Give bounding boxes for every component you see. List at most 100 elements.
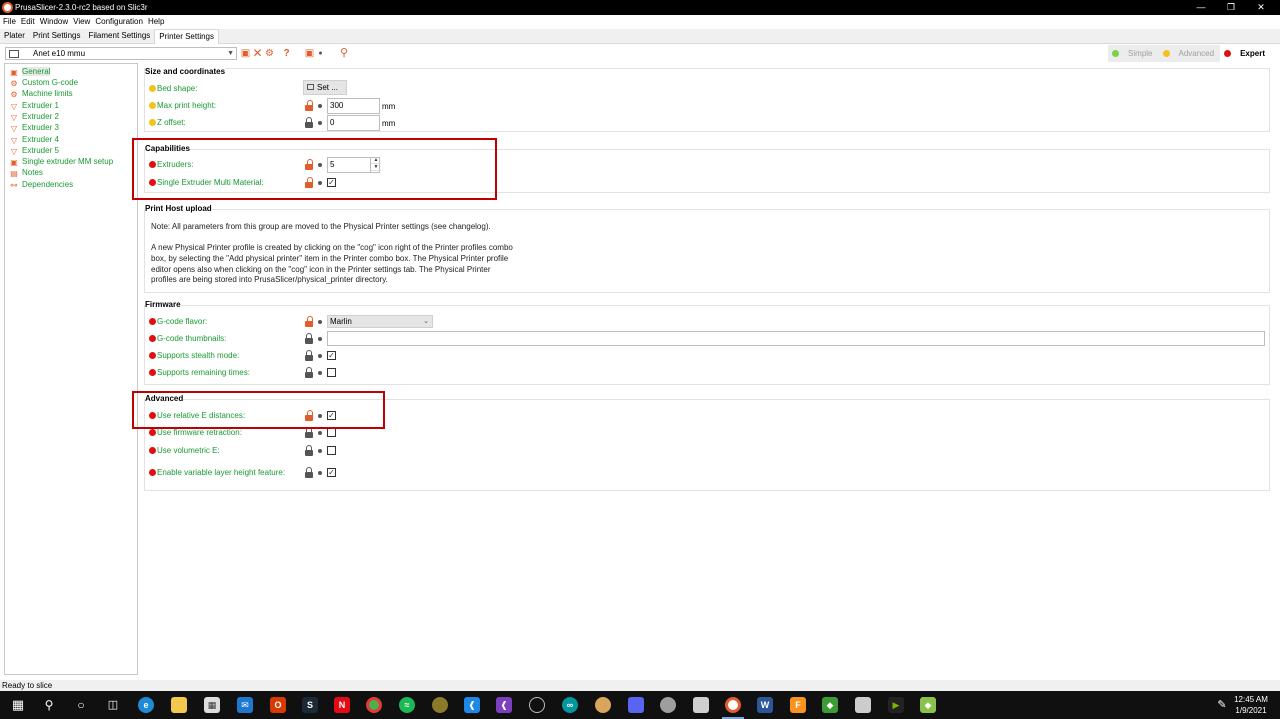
app-icon[interactable]	[529, 697, 545, 713]
menu-window[interactable]: Window	[37, 15, 70, 29]
netflix-icon[interactable]: N	[334, 697, 350, 713]
spotify-icon[interactable]: ≈	[399, 697, 415, 713]
steam-icon[interactable]: S	[302, 697, 318, 713]
z-offset-input[interactable]: 0	[327, 115, 380, 131]
menu-view[interactable]: View	[70, 15, 92, 29]
page-notes[interactable]: ▤ Notes	[9, 167, 43, 178]
task-view-icon[interactable]: ◫	[105, 697, 121, 713]
window-title: PrusaSlicer-2.3.0-rc2 based on Slic3r	[15, 3, 148, 12]
app-icon[interactable]	[432, 697, 448, 713]
prusaslicer-logo-icon	[2, 2, 13, 13]
page-extruder-4[interactable]: ▽ Extruder 4	[9, 134, 59, 145]
app-icon[interactable]: ◆	[822, 697, 838, 713]
max-print-height-input[interactable]: 300	[327, 98, 380, 114]
maximize-icon[interactable]: ❐	[1216, 0, 1246, 15]
capabilities-highlight-box	[132, 138, 497, 200]
system-value-dot-icon[interactable]	[318, 121, 322, 125]
vscode-icon[interactable]: ❰	[464, 697, 480, 713]
arduino-icon[interactable]: ∞	[562, 697, 578, 713]
mode-simple[interactable]: Simple	[1108, 45, 1158, 62]
variable-layer-height-checkbox[interactable]: ✓	[327, 468, 336, 477]
lock-icon[interactable]	[305, 445, 313, 456]
app-icon[interactable]: ◆	[920, 697, 936, 713]
pen-icon[interactable]: ✎	[1214, 697, 1230, 713]
chrome-icon[interactable]	[366, 697, 382, 713]
title-bar: PrusaSlicer-2.3.0-rc2 based on Slic3r — …	[0, 0, 1280, 15]
lock-icon[interactable]	[305, 333, 313, 344]
lock-icon[interactable]	[305, 350, 313, 361]
fusion-icon[interactable]: F	[790, 697, 806, 713]
page-custom-gcode[interactable]: ⚙ Custom G-code	[9, 77, 78, 88]
search-icon[interactable]: ⚲	[337, 48, 351, 59]
lock-icon[interactable]: ▣	[304, 48, 315, 59]
bed-shape-set-button[interactable]: Set ...	[303, 80, 347, 95]
prusaslicer-taskbar-icon[interactable]	[725, 697, 741, 713]
mail-icon[interactable]: ✉	[237, 697, 253, 713]
nvidia-icon[interactable]: ▶	[888, 697, 904, 713]
system-value-dot-icon[interactable]	[318, 104, 322, 108]
app-icon[interactable]	[660, 697, 676, 713]
system-value-dot-icon[interactable]	[318, 371, 322, 375]
app-icon[interactable]	[693, 697, 709, 713]
unlocked-icon[interactable]	[305, 100, 313, 111]
tab-filament-settings[interactable]: Filament Settings	[84, 29, 154, 44]
delete-preset-icon[interactable]: ✕	[252, 47, 263, 59]
mode-expert[interactable]: Expert	[1220, 45, 1271, 62]
row-max-print-height: Max print height: 300 mm	[141, 98, 1280, 114]
page-extruder-5[interactable]: ▽ Extruder 5	[9, 145, 59, 156]
unlocked-icon[interactable]	[305, 316, 313, 327]
system-value-dot-icon[interactable]	[318, 449, 322, 453]
general-icon: ▣	[10, 68, 18, 77]
volumetric-e-checkbox[interactable]	[327, 446, 336, 455]
firmware-retraction-checkbox[interactable]	[327, 428, 336, 437]
menu-edit[interactable]: Edit	[18, 15, 37, 29]
tab-print-settings[interactable]: Print Settings	[29, 29, 85, 44]
menu-file[interactable]: File	[0, 15, 18, 29]
page-dependencies[interactable]: ⚯ Dependencies	[9, 179, 74, 190]
tab-plater[interactable]: Plater	[0, 29, 29, 44]
system-value-dot-icon[interactable]	[318, 354, 322, 358]
remaining-times-checkbox[interactable]	[327, 368, 336, 377]
close-icon[interactable]: ✕	[1246, 0, 1276, 15]
system-clock[interactable]: 12:45 AM 1/9/2021	[1230, 694, 1272, 716]
word-icon[interactable]: W	[757, 697, 773, 713]
file-explorer-icon[interactable]	[171, 697, 187, 713]
minimize-icon[interactable]: —	[1186, 0, 1216, 15]
page-extruder-3[interactable]: ▽ Extruder 3	[9, 122, 59, 133]
discord-icon[interactable]	[628, 697, 644, 713]
system-value-dot-icon[interactable]	[318, 320, 322, 324]
app-icon[interactable]	[855, 697, 871, 713]
windows-start-icon[interactable]: ▦	[10, 697, 26, 713]
lock-icon[interactable]	[305, 117, 313, 128]
lock-icon[interactable]	[305, 367, 313, 378]
cog-icon[interactable]: ⚙	[264, 48, 275, 59]
menu-configuration[interactable]: Configuration	[92, 15, 145, 29]
visual-studio-icon[interactable]: ❰	[496, 697, 512, 713]
page-extruder-2[interactable]: ▽ Extruder 2	[9, 111, 59, 122]
page-single-extruder-mm[interactable]: ▣ Single extruder MM setup	[9, 156, 113, 167]
gcode-flavor-select[interactable]: Marlin ⌄	[327, 315, 433, 328]
system-value-dot-icon[interactable]	[318, 337, 322, 341]
gcode-thumbnails-input[interactable]	[327, 331, 1265, 346]
mode-advanced[interactable]: Advanced	[1159, 45, 1221, 62]
page-machine-limits[interactable]: ⚙ Machine limits	[9, 88, 72, 99]
store-icon[interactable]: ▦	[204, 697, 220, 713]
page-label: Custom G-code	[22, 78, 79, 87]
stealth-mode-checkbox[interactable]: ✓	[327, 351, 336, 360]
lock-icon[interactable]	[305, 467, 313, 478]
page-extruder-1[interactable]: ▽ Extruder 1	[9, 100, 59, 111]
edge-icon[interactable]: e	[138, 697, 154, 713]
menu-help[interactable]: Help	[145, 15, 166, 29]
page-general[interactable]: ▣ General	[9, 66, 51, 77]
printer-preset-combo[interactable]: Anet e10 mmu ▼	[5, 47, 237, 60]
system-value-dot-icon[interactable]	[318, 431, 322, 435]
cortana-icon[interactable]: ○	[73, 697, 89, 713]
tab-printer-settings[interactable]: Printer Settings	[154, 29, 219, 44]
office-icon[interactable]: O	[270, 697, 286, 713]
chevron-down-icon: ▼	[227, 50, 234, 57]
search-icon[interactable]: ⚲	[41, 697, 57, 713]
system-value-dot-icon[interactable]	[318, 471, 322, 475]
save-preset-icon[interactable]: ▣	[240, 48, 251, 59]
app-icon[interactable]	[595, 697, 611, 713]
question-icon[interactable]: ?	[281, 48, 292, 59]
